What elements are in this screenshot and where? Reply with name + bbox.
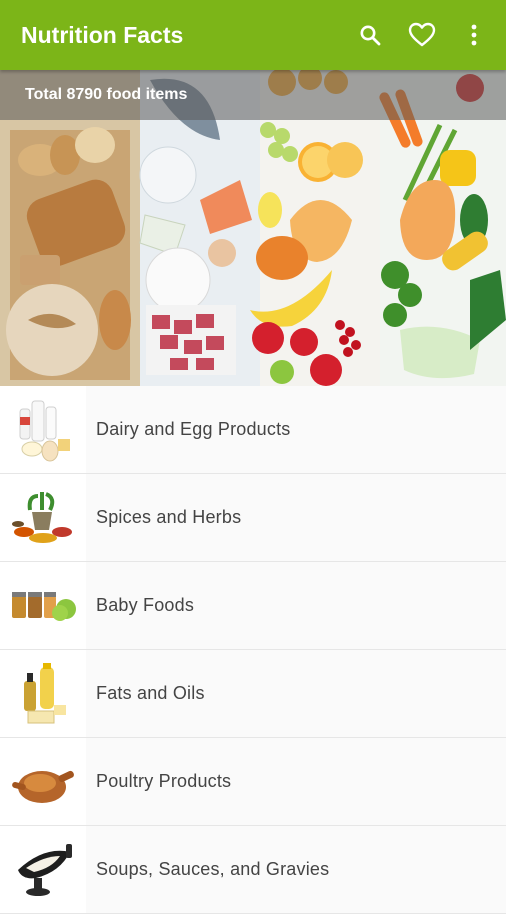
app-title: Nutrition Facts [21,21,184,48]
more-vert-icon [471,24,477,46]
heart-icon [408,22,436,47]
baby-foods-icon [12,591,76,621]
category-item-soups-sauces[interactable]: Soups, Sauces, and Gravies [0,826,506,914]
category-label: Dairy and Egg Products [96,419,291,439]
hero-caption-band: Total 8790 food items [0,70,506,120]
category-label: Poultry Products [96,771,232,791]
search-button[interactable] [344,9,396,61]
dairy-icon [19,400,70,461]
category-item-dairy[interactable]: Dairy and Egg Products [0,386,506,474]
hero-banner: Total 8790 food items [0,70,506,386]
category-thumb [0,650,86,737]
category-label: Soups, Sauces, and Gravies [96,859,330,879]
category-thumb [0,386,86,473]
category-item-poultry[interactable]: Poultry Products [0,738,506,826]
category-list: Dairy and Egg Products Spices and Herbs [0,386,506,914]
category-label: Fats and Oils [96,683,205,703]
category-item-fats-oils[interactable]: Fats and Oils [0,650,506,738]
category-label: Baby Foods [96,595,195,615]
category-thumb [0,562,86,649]
category-thumb [0,738,86,825]
oils-icon [24,662,66,723]
category-item-baby-foods[interactable]: Baby Foods [0,562,506,650]
app-bar: Nutrition Facts [0,0,506,70]
poultry-icon [12,770,74,803]
app-bar-actions [344,9,500,61]
category-item-spices[interactable]: Spices and Herbs [0,474,506,562]
gravy-icon [18,843,72,896]
favorites-button[interactable] [396,9,448,61]
search-icon [360,25,381,46]
spices-icon [12,491,72,543]
total-items-text: Total 8790 food items [25,86,188,103]
overflow-menu-button[interactable] [448,9,500,61]
category-thumb [0,474,86,561]
category-label: Spices and Herbs [96,507,242,527]
